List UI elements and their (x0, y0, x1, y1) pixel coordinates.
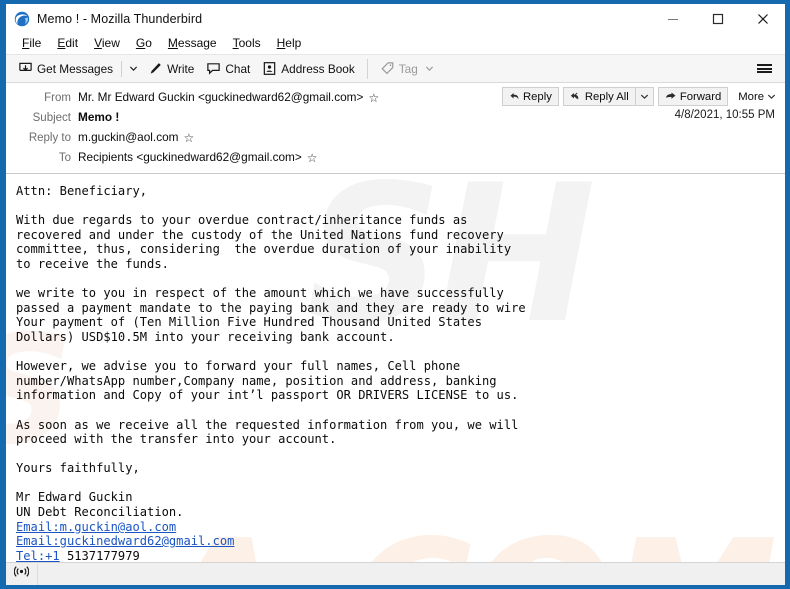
more-label: More (738, 90, 764, 103)
chat-button[interactable]: Chat (200, 57, 256, 80)
reply-button[interactable]: Reply (501, 87, 559, 106)
main-toolbar: Get Messages Write Chat Address Book Tag (6, 55, 785, 83)
header-row-reply-to: Reply to m.guckin@aol.com ☆ (6, 128, 785, 148)
menu-message[interactable]: Message (160, 33, 225, 54)
star-icon[interactable]: ☆ (368, 92, 379, 104)
application-window: Memo ! - Mozilla Thunderbird File Edit V… (5, 3, 786, 586)
more-chevron-down-icon (767, 92, 776, 101)
reply-all-label: Reply All (584, 90, 629, 103)
reply-label: Reply (522, 90, 552, 103)
reply-to-value: m.guckin@aol.com (78, 130, 179, 144)
maximize-icon[interactable] (695, 4, 740, 33)
message-header: From Mr. Mr Edward Guckin <guckinedward6… (6, 83, 785, 174)
more-button[interactable]: More (732, 87, 778, 106)
to-label: To (58, 152, 71, 164)
message-body: SH S A.COM Attn: Beneficiary, With due r… (6, 174, 785, 562)
tag-button[interactable]: Tag (374, 57, 440, 80)
menu-file[interactable]: File (14, 33, 49, 54)
toolbar-divider (366, 58, 368, 79)
window-controls (650, 4, 785, 33)
thunderbird-icon (14, 11, 30, 27)
email-link-aol[interactable]: Email:m.guckin@aol.com (16, 520, 176, 534)
hamburger-menu-icon[interactable] (751, 55, 777, 82)
get-messages-dropdown-arrow[interactable] (124, 57, 142, 80)
connection-status-cell[interactable] (6, 563, 38, 585)
address-book-button[interactable]: Address Book (256, 57, 360, 80)
message-actions: Reply Reply All Forward More (501, 87, 778, 106)
phone-link[interactable]: Tel:+1 (16, 549, 60, 562)
forward-arrow-icon (665, 91, 677, 102)
menu-edit[interactable]: Edit (49, 33, 86, 54)
thunderbird-window-root: Memo ! - Mozilla Thunderbird File Edit V… (0, 0, 790, 589)
header-row-to: To Recipients <guckinedward62@gmail.com>… (6, 148, 785, 168)
chat-label: Chat (225, 61, 251, 76)
from-value: Mr. Mr Edward Guckin <guckinedward62@gma… (78, 90, 364, 104)
subject-value: Memo ! (78, 110, 120, 124)
close-icon[interactable] (740, 4, 785, 33)
forward-label: Forward (679, 90, 722, 103)
write-button[interactable]: Write (142, 57, 200, 80)
address-book-label: Address Book (281, 61, 355, 76)
menu-help[interactable]: Help (269, 33, 310, 54)
get-messages-label: Get Messages (37, 61, 114, 76)
to-value-group: Recipients <guckinedward62@gmail.com> ☆ (78, 149, 318, 166)
broadcast-icon (13, 565, 30, 583)
from-label: From (44, 92, 71, 104)
window-title: Memo ! - Mozilla Thunderbird (37, 11, 203, 26)
menu-tools[interactable]: Tools (225, 33, 269, 54)
minimize-icon[interactable] (650, 4, 695, 33)
reply-all-dropdown-arrow[interactable] (634, 87, 654, 106)
subject-label: Subject (32, 112, 71, 124)
reply-all-button[interactable]: Reply All (562, 87, 635, 106)
phone-number: 5137177979 (59, 548, 140, 562)
email-paragraphs: Attn: Beneficiary, With due regards to y… (16, 184, 526, 520)
tag-label: Tag (398, 61, 418, 76)
star-icon[interactable]: ☆ (307, 152, 318, 164)
email-text-content: Attn: Beneficiary, With due regards to y… (16, 184, 785, 562)
get-messages-button[interactable]: Get Messages (12, 57, 119, 80)
from-value-group: Mr. Mr Edward Guckin <guckinedward62@gma… (78, 89, 379, 106)
status-bar (6, 562, 785, 585)
reply-to-label: Reply to (28, 132, 71, 144)
menu-go[interactable]: Go (128, 33, 160, 54)
forward-button[interactable]: Forward (657, 87, 729, 106)
email-link-gmail[interactable]: Email:guckinedward62@gmail.com (16, 534, 234, 548)
menu-bar: File Edit View Go Message Tools Help (6, 33, 785, 55)
pencil-icon (148, 61, 163, 76)
reply-all-arrow-icon (570, 91, 582, 102)
address-book-icon (262, 61, 277, 76)
to-value: Recipients <guckinedward62@gmail.com> (78, 150, 302, 164)
menu-view[interactable]: View (86, 33, 128, 54)
title-bar: Memo ! - Mozilla Thunderbird (6, 4, 785, 33)
star-icon[interactable]: ☆ (184, 132, 195, 144)
tag-icon (380, 61, 395, 76)
reply-to-value-group: m.guckin@aol.com ☆ (78, 129, 194, 146)
download-mail-icon (18, 61, 33, 76)
toolbar-inline-separator (121, 60, 123, 77)
message-date: 4/8/2021, 10:55 PM (674, 109, 775, 121)
reply-arrow-icon (509, 91, 520, 102)
header-row-subject: Subject Memo ! (6, 108, 785, 128)
tag-chevron-down-icon (425, 64, 434, 73)
chat-bubble-icon (206, 61, 221, 76)
write-label: Write (167, 61, 195, 76)
